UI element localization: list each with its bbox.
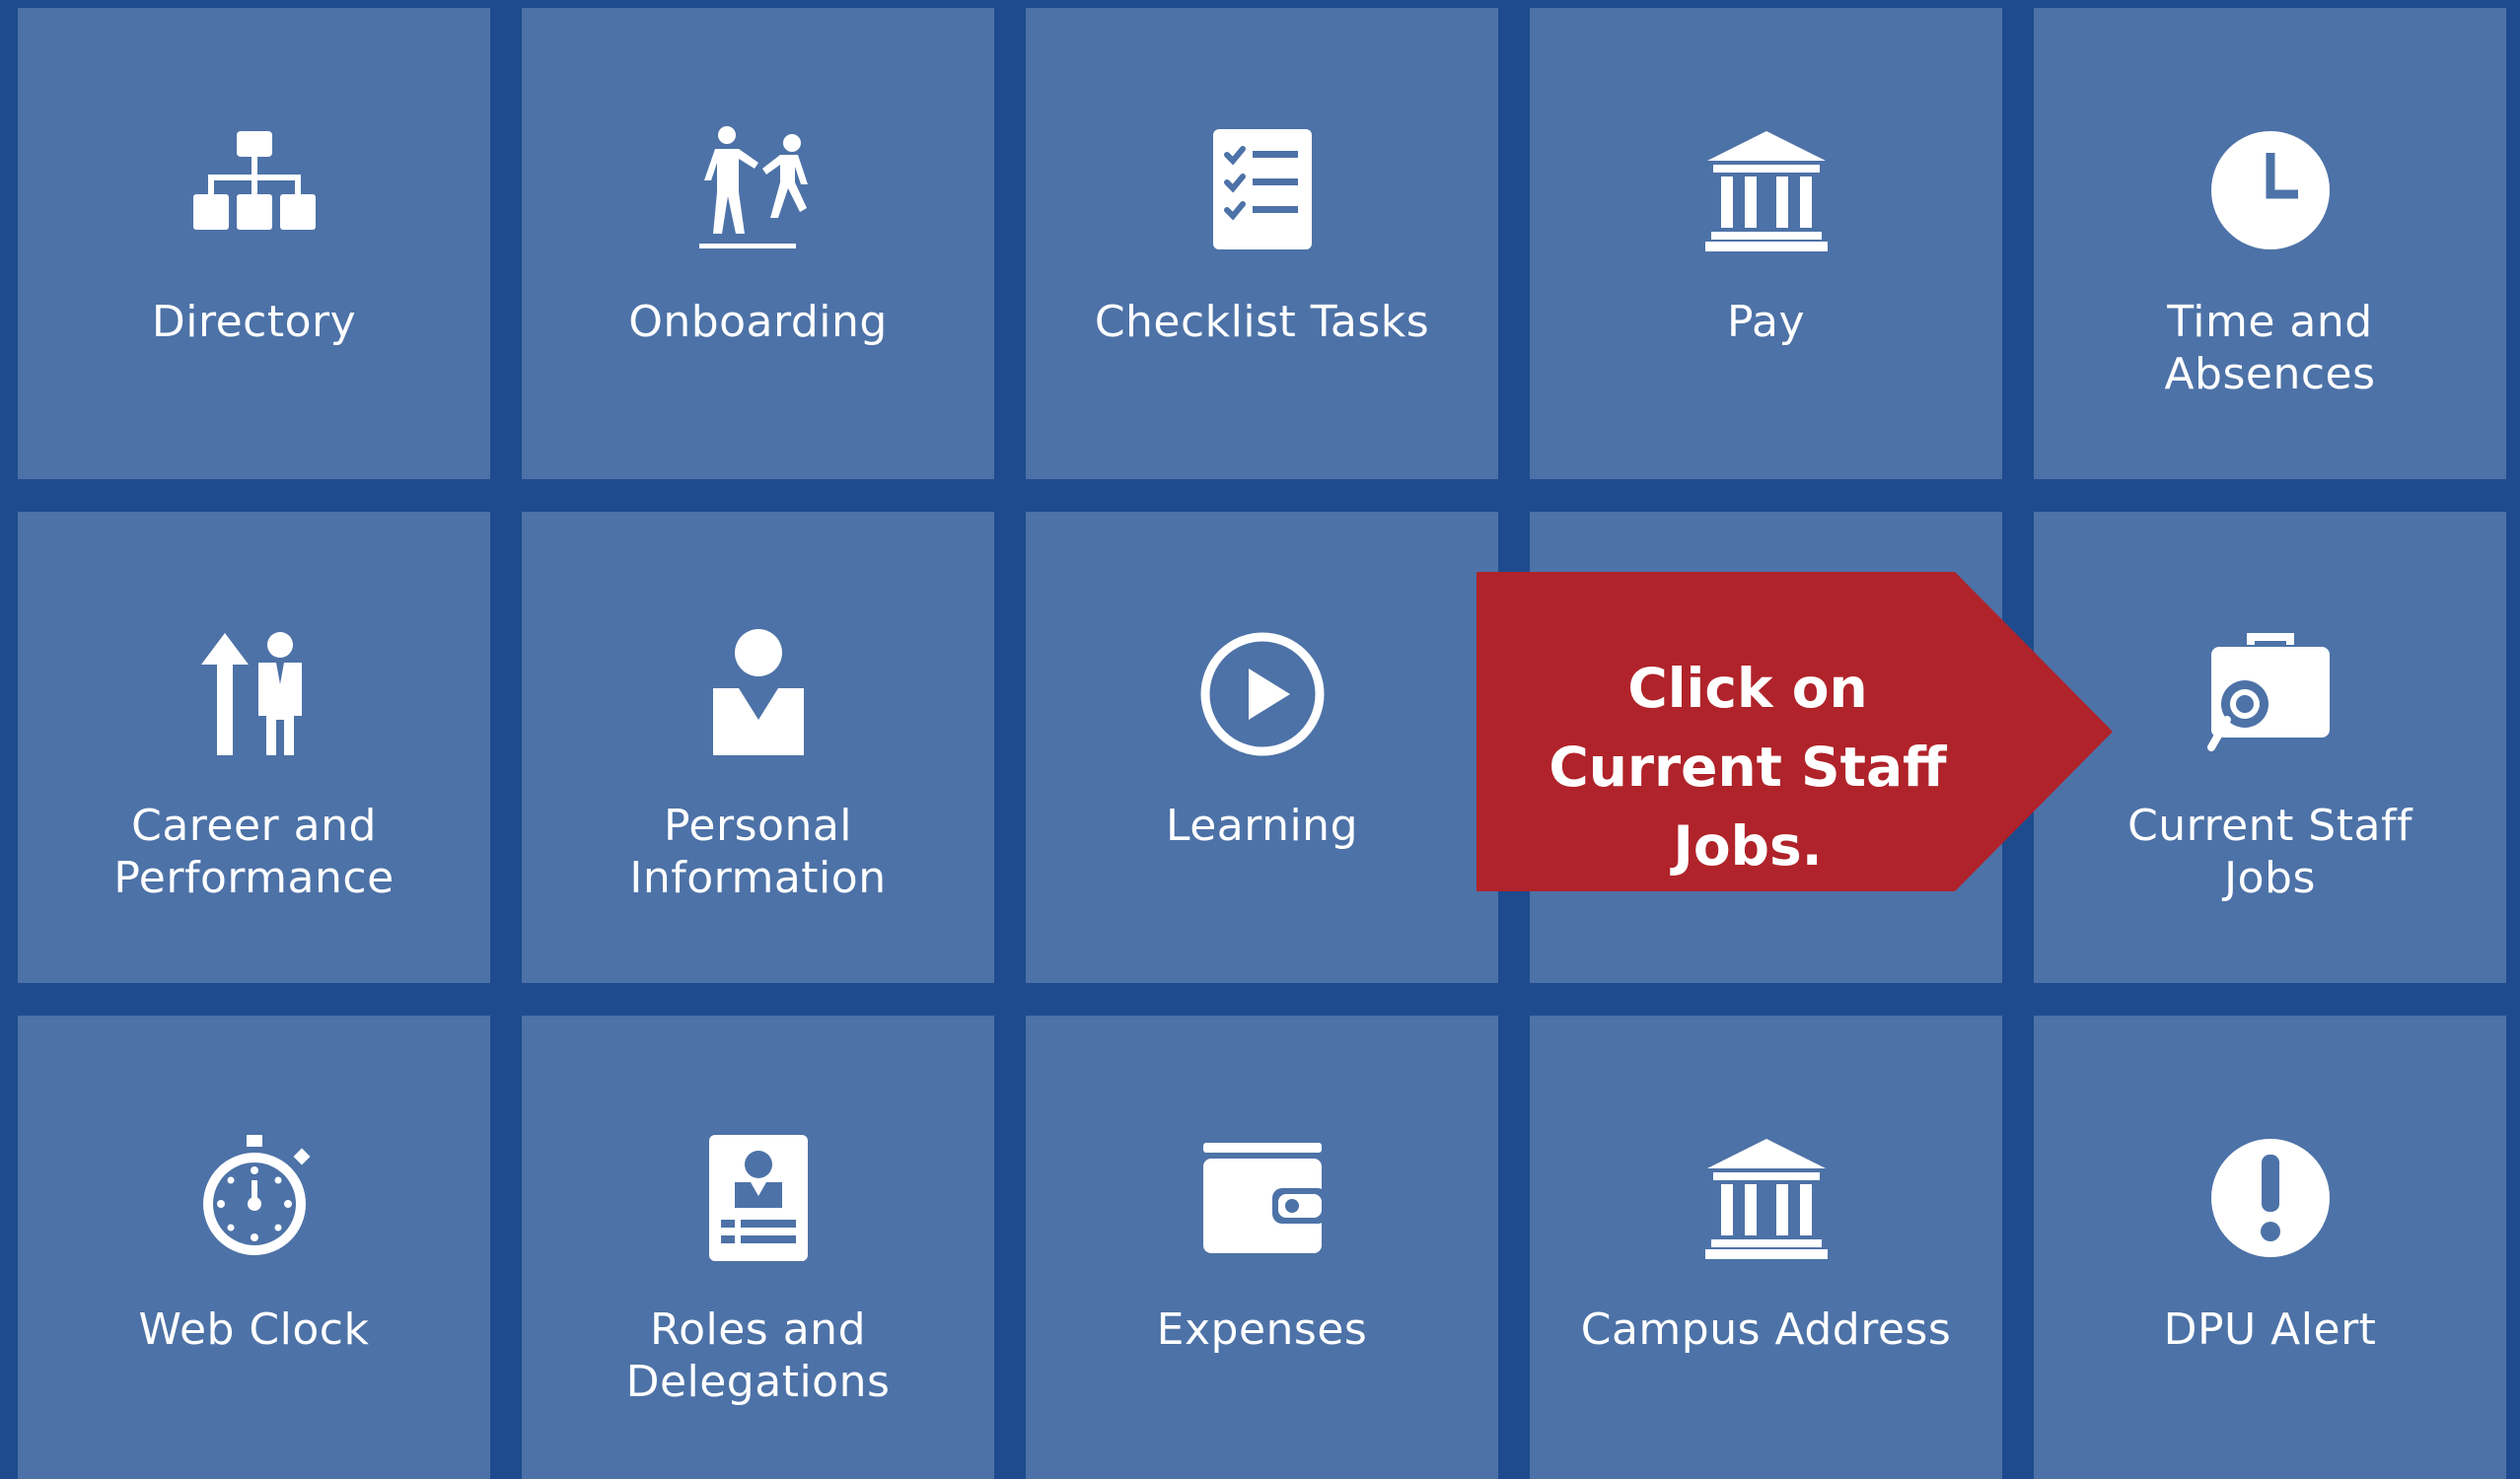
- bank-icon: [1697, 1129, 1836, 1267]
- org-chart-icon: [185, 121, 324, 259]
- tile-label-web-clock: Web Clock: [138, 1304, 370, 1355]
- tile-pay[interactable]: Pay: [1530, 8, 2002, 479]
- tile-directory[interactable]: Directory: [18, 8, 490, 479]
- bank-icon: [1697, 121, 1836, 259]
- play-circle-icon: [1193, 625, 1332, 763]
- callout-line-1: Click on: [1627, 657, 1868, 720]
- tile-label-learning: Learning: [1165, 801, 1359, 851]
- tile-dpu-alert[interactable]: DPU Alert: [2034, 1016, 2506, 1479]
- tile-checklist-tasks[interactable]: Checklist Tasks: [1026, 8, 1498, 479]
- tile-label-onboarding: Onboarding: [628, 297, 888, 347]
- tile-onboarding[interactable]: Onboarding: [522, 8, 994, 479]
- alert-icon: [2201, 1129, 2340, 1267]
- wallet-icon: [1193, 1129, 1332, 1267]
- instruction-callout: Click on Current Staff Jobs.: [1476, 572, 2118, 891]
- tile-label-checklist-tasks: Checklist Tasks: [1094, 297, 1430, 347]
- tile-label-directory: Directory: [151, 297, 357, 347]
- callout-text: Click on Current Staff Jobs.: [1476, 649, 2019, 885]
- tile-label-dpu-alert: DPU Alert: [2163, 1304, 2377, 1355]
- tile-label-campus-address: Campus Address: [1580, 1304, 1952, 1355]
- tile-label-pay: Pay: [1726, 297, 1806, 347]
- tile-time-and-absences[interactable]: Time and Absences: [2034, 8, 2506, 479]
- springboard-grid: Directory Onboarding Checklist Tasks Pay…: [0, 0, 2520, 1479]
- tile-expenses[interactable]: Expenses: [1026, 1016, 1498, 1479]
- briefcase-search-icon: [2201, 625, 2340, 763]
- tile-web-clock[interactable]: Web Clock: [18, 1016, 490, 1479]
- tile-career-and-performance[interactable]: Career and Performance: [18, 512, 490, 983]
- tile-label-time-and-absences: Time and Absences: [2164, 297, 2376, 399]
- onboarding-people-icon: [689, 121, 828, 259]
- checklist-icon: [1193, 121, 1332, 259]
- person-icon: [689, 625, 828, 763]
- tile-label-personal-information: Personal Information: [629, 801, 887, 903]
- tile-campus-address[interactable]: Campus Address: [1530, 1016, 2002, 1479]
- tile-label-career-and-performance: Career and Performance: [113, 801, 395, 903]
- tile-learning[interactable]: Learning: [1026, 512, 1498, 983]
- career-arrow-person-icon: [185, 625, 324, 763]
- tile-roles-and-delegations[interactable]: Roles and Delegations: [522, 1016, 994, 1479]
- clock-icon: [2201, 121, 2340, 259]
- tile-label-roles-and-delegations: Roles and Delegations: [625, 1304, 891, 1407]
- id-badge-icon: [689, 1129, 828, 1267]
- tile-personal-information[interactable]: Personal Information: [522, 512, 994, 983]
- tile-label-expenses: Expenses: [1156, 1304, 1368, 1355]
- stopwatch-icon: [185, 1129, 324, 1267]
- callout-line-2: Current Staff Jobs.: [1548, 736, 1947, 878]
